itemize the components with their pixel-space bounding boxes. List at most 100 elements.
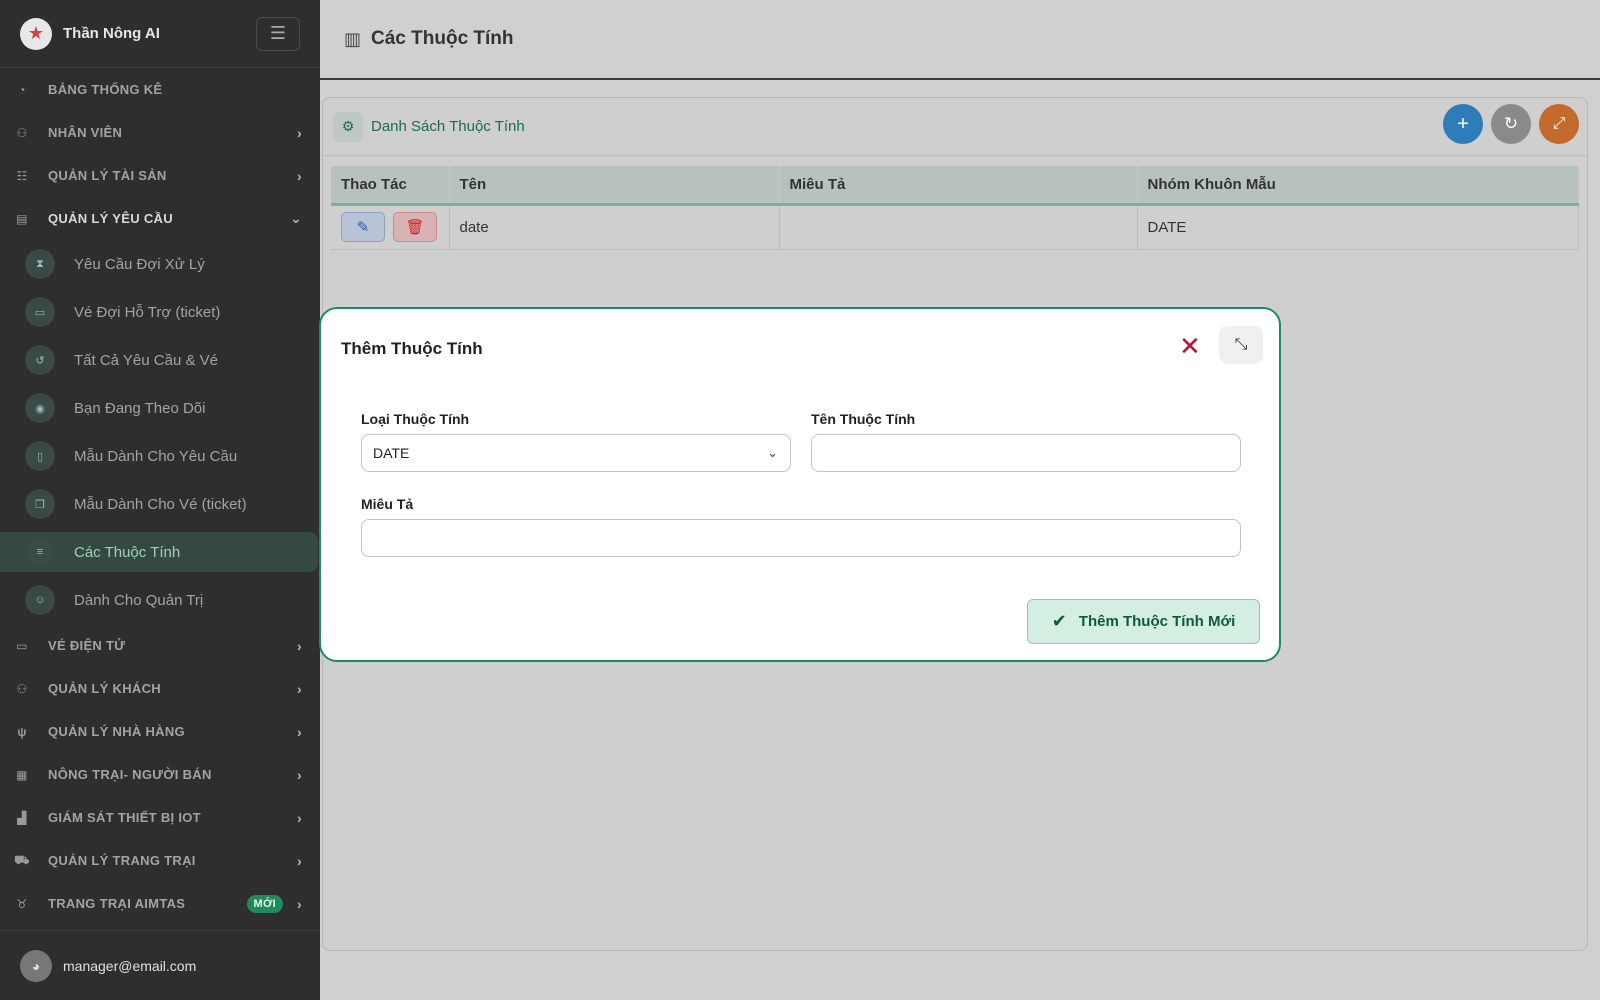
sidebar-subitem-request-templates[interactable]: ▯ Mẫu Dành Cho Yêu Cầu [0,432,320,480]
column-header-name[interactable]: Tên [449,166,780,206]
row-name-cell: date [449,204,780,250]
close-icon: ✕ [1179,331,1201,361]
attribute-name-input[interactable] [811,434,1241,472]
chevron-right-icon: › [297,766,302,783]
chevron-right-icon: › [297,809,302,826]
group-icon: ⚇ [16,681,28,696]
chevron-right-icon: › [297,723,302,740]
factory-icon: ▟ [17,810,27,825]
attribute-name-label: Tên Thuộc Tính [811,411,916,427]
sidebar-subitem-following[interactable]: ◉ Bạn Đang Theo Dõi [0,384,320,432]
description-label: Miêu Tả [361,496,414,512]
table-row: ✎ 🗑 date DATE [331,204,1579,250]
sidebar-header: ★ Thần Nông AI ☰ [0,0,320,68]
attributes-table: Thao Tác Tên Miêu Tả Nhóm Khuôn Mẫu ✎ 🗑 d… [331,166,1579,250]
column-header-template-group[interactable]: Nhóm Khuôn Mẫu [1137,166,1579,206]
gauge-icon: ◔ [18,82,26,97]
sidebar-subitem-label: Yêu Cầu Đợi Xử Lý [74,255,205,273]
sidebar-item-iot[interactable]: ▟ GIÁM SÁT THIẾT BỊ IOT › [0,796,320,839]
user-email: manager@email.com [63,957,197,974]
bar-chart-icon: ▥ [344,28,362,49]
user-profile[interactable]: ◕ manager@email.com [0,930,320,1000]
page-header: ▥ Các Thuộc Tính [320,0,1600,80]
sidebar-item-farm-sellers[interactable]: ▦ NÔNG TRẠI- NGƯỜI BÁN › [0,753,320,796]
sidebar-item-label: QUẢN LÝ TÀI SẢN [48,168,167,183]
sidebar-item-aimtas[interactable]: ♉ TRANG TRẠI AIMTAS MỚI › [0,882,320,925]
sidebar-item-dashboard[interactable]: ◔ BẢNG THỐNG KÊ [0,68,320,111]
sidebar-item-requests[interactable]: ▤ QUẢN LÝ YÊU CẦU ⌄ [0,197,320,240]
sidebar-item-e-tickets[interactable]: ▭ VÉ ĐIỆN TỬ › [0,624,320,667]
row-description-cell [779,204,1138,250]
fullscreen-button[interactable]: ⤡ [1219,326,1263,364]
sidebar-subitem-attributes[interactable]: ≡ Các Thuộc Tính [0,532,318,572]
hamburger-icon: ☰ [269,23,287,43]
store-icon: ▦ [16,767,28,782]
sidebar-subitem-pending-requests[interactable]: ⧗ Yêu Cầu Đợi Xử Lý [0,240,320,288]
app-logo: ★ [20,17,52,50]
chevron-right-icon: › [297,167,302,184]
clipboard-icon: ▤ [16,211,28,226]
trash-icon: 🗑 [405,219,425,236]
delete-button[interactable]: 🗑 [393,212,437,242]
admin-icon: ☺ [25,585,55,615]
modal-title: Thêm Thuộc Tính [341,339,483,358]
chevron-right-icon: › [297,895,302,912]
chevron-down-icon: ⌄ [289,210,302,226]
sidebar-item-restaurants[interactable]: ψ QUẢN LÝ NHÀ HÀNG › [0,710,320,753]
card-header: ⚙ Danh Sách Thuộc Tính [323,98,1587,156]
add-attribute-modal: Thêm Thuộc Tính ✕ ⤡ Loại Thuộc Tính DATE… [319,307,1281,662]
app-title: Thần Nông AI [63,25,160,42]
sidebar-subitem-label: Vé Đợi Hỗ Trợ (ticket) [74,303,221,321]
sidebar-subitem-ticket-templates[interactable]: ❐ Mẫu Dành Cho Vé (ticket) [0,480,320,528]
sidebar-item-staff[interactable]: ⚇ NHÂN VIÊN › [0,111,320,154]
expand-icon: ⤢ [1552,115,1566,132]
cow-icon: ♉ [16,896,28,911]
sidebar-subitem-all-requests[interactable]: ↺ Tất Cả Yêu Cầu & Vé [0,336,320,384]
sidebar-item-customers[interactable]: ⚇ QUẢN LÝ KHÁCH › [0,667,320,710]
tractor-icon: ⛟ [14,852,30,867]
attribute-type-value: DATE [373,445,410,461]
edit-button[interactable]: ✎ [341,212,385,242]
sidebar-item-assets[interactable]: ☷ QUẢN LÝ TÀI SẢN › [0,154,320,197]
gear-icon: ⚙ [333,111,363,142]
sitemap-icon: ☷ [16,168,28,183]
avatar: ◕ [20,949,52,982]
sidebar-item-label: TRANG TRẠI AIMTAS [48,896,186,911]
chevron-right-icon: › [297,680,302,697]
add-button[interactable]: + [1443,104,1483,144]
compress-icon: ⤡ [1234,336,1248,353]
sidebar-subitem-label: Các Thuộc Tính [74,543,181,561]
sidebar-item-label: NHÂN VIÊN [48,125,123,140]
attribute-type-label: Loại Thuộc Tính [361,411,470,427]
row-group-cell: DATE [1137,204,1579,250]
column-header-actions[interactable]: Thao Tác [331,166,450,206]
sidebar-item-farm-management[interactable]: ⛟ QUẢN LÝ TRANG TRẠI › [0,839,320,882]
eye-icon: ◉ [25,393,55,423]
card-actions: + ↻ ⤢ [1443,104,1579,144]
attribute-type-select[interactable]: DATE ⌄ [361,434,791,472]
sidebar-subitem-label: Dành Cho Quản Trị [74,591,204,609]
sidebar-item-label: BẢNG THỐNG KÊ [48,82,163,97]
sidebar-item-label: QUẢN LÝ YÊU CẦU [48,211,173,226]
add-attribute-submit-button[interactable]: ✔ Thêm Thuộc Tính Mới [1027,599,1260,644]
sidebar-subitem-admin[interactable]: ☺ Dành Cho Quản Trị [0,576,320,624]
column-header-description[interactable]: Miêu Tả [779,166,1138,206]
card-title: Danh Sách Thuộc Tính [371,118,525,135]
sliders-icon: ≡ [25,537,55,567]
sidebar-subitem-label: Bạn Đang Theo Dõi [74,399,206,417]
check-icon: ✔ [1051,611,1067,631]
refresh-button[interactable]: ↻ [1491,104,1531,144]
table-header-row: Thao Tác Tên Miêu Tả Nhóm Khuôn Mẫu [331,166,1579,206]
sidebar-nav: ◔ BẢNG THỐNG KÊ ⚇ NHÂN VIÊN › ☷ QUẢN LÝ … [0,68,320,925]
menu-toggle-button[interactable]: ☰ [256,16,300,51]
users-icon: ⚇ [16,125,28,140]
sidebar-subitem-label: Mẫu Dành Cho Vé (ticket) [74,495,247,513]
sidebar: ★ Thần Nông AI ☰ ◔ BẢNG THỐNG KÊ ⚇ NHÂN … [0,0,320,1000]
sidebar-item-label: GIÁM SÁT THIẾT BỊ IOT [48,810,201,825]
file-icon: ▯ [25,441,55,471]
close-button[interactable]: ✕ [1179,331,1201,362]
submit-label: Thêm Thuộc Tính Mới [1078,613,1236,630]
description-input[interactable] [361,519,1241,557]
sidebar-subitem-pending-tickets[interactable]: ▭ Vé Đợi Hỗ Trợ (ticket) [0,288,320,336]
expand-button[interactable]: ⤢ [1539,104,1579,144]
